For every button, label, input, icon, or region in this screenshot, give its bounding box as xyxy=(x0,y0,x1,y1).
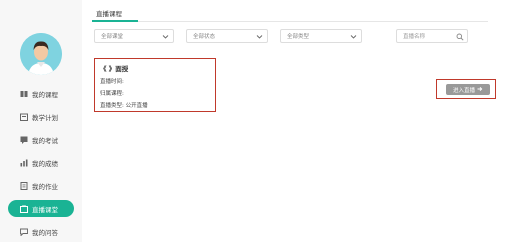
sidebar-item-label: 我的作业 xyxy=(32,182,58,191)
sidebar-item-live-class[interactable]: 直播课堂 xyxy=(8,200,74,217)
status-filter-value: 全部状态 xyxy=(193,34,216,40)
sidebar-item-label: 教学计划 xyxy=(32,113,58,122)
course-filter-value: 全部课堂 xyxy=(101,34,124,40)
search-placeholder: 直播名称 xyxy=(403,34,426,40)
chart-icon xyxy=(20,159,28,167)
chevron-down-icon xyxy=(162,33,169,40)
live-item-title: 《 》面授 xyxy=(100,65,129,73)
live-item-time: 直播时间: xyxy=(100,79,124,85)
tab-live-courses[interactable]: 直播课程 xyxy=(96,8,122,18)
calendar-icon xyxy=(20,113,28,121)
sidebar-item-label: 直播课堂 xyxy=(32,205,58,214)
sidebar-item-teaching-plan[interactable]: 教学计划 xyxy=(8,108,74,125)
book-icon xyxy=(20,90,28,98)
live-item-type: 直播类型: 公开直播 xyxy=(100,103,148,109)
enter-live-label: 进入直播 xyxy=(452,87,475,94)
sidebar-item-label: 我的成绩 xyxy=(32,159,58,168)
homework-icon xyxy=(20,181,28,190)
live-item-course: 归属课程: xyxy=(100,91,124,97)
arrow-right-icon xyxy=(477,86,483,94)
enter-live-button[interactable]: 进入直播 xyxy=(446,84,490,95)
exam-icon xyxy=(20,136,28,144)
live-icon xyxy=(20,204,28,213)
sidebar-item-my-homework[interactable]: 我的作业 xyxy=(8,177,74,194)
sidebar-item-my-grades[interactable]: 我的成绩 xyxy=(8,154,74,171)
qa-icon xyxy=(20,228,28,236)
type-filter-value: 全部类型 xyxy=(287,34,310,40)
sidebar-item-label: 我的问答 xyxy=(32,228,58,237)
search-icon[interactable] xyxy=(456,33,464,41)
chevron-down-icon xyxy=(350,33,357,40)
type-filter-select[interactable]: 全部类型 xyxy=(280,29,362,43)
enter-live-highlight: 进入直播 xyxy=(436,79,496,99)
tab-divider xyxy=(92,21,488,22)
sidebar: 我的课程 教学计划 我的考试 我的成绩 我的作业 直播课堂 我的问答 xyxy=(0,0,82,242)
sidebar-item-label: 我的考试 xyxy=(32,136,58,145)
avatar[interactable] xyxy=(20,33,62,75)
sidebar-item-my-qa[interactable]: 我的问答 xyxy=(8,223,74,240)
chevron-down-icon xyxy=(256,33,263,40)
live-item-card: 《 》面授 直播时间: 归属课程: 直播类型: 公开直播 xyxy=(94,58,216,112)
sidebar-item-label: 我的课程 xyxy=(32,90,58,99)
tab-active-indicator xyxy=(92,20,138,22)
status-filter-select[interactable]: 全部状态 xyxy=(186,29,268,43)
sidebar-item-my-courses[interactable]: 我的课程 xyxy=(8,85,74,102)
main-content: 直播课程 全部课堂 全部状态 全部类型 直播名称 《 》面授 直播时间: 归属课… xyxy=(82,0,508,242)
live-name-search-input[interactable]: 直播名称 xyxy=(396,29,468,43)
course-filter-select[interactable]: 全部课堂 xyxy=(94,29,174,43)
sidebar-item-my-exams[interactable]: 我的考试 xyxy=(8,131,74,148)
